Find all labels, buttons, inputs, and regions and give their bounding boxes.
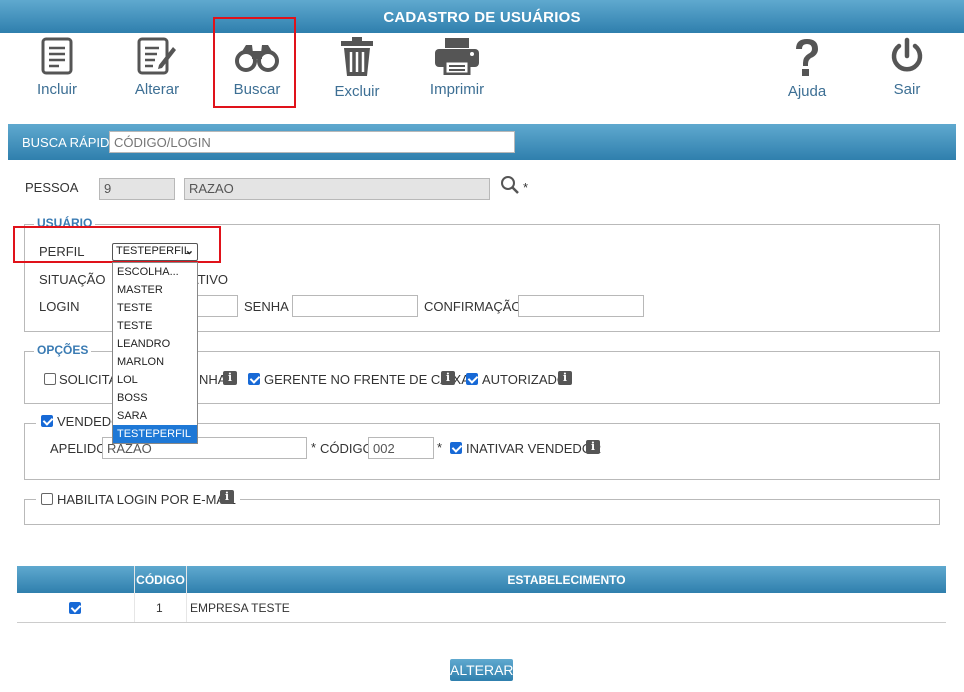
row-codigo: 1 — [156, 601, 163, 615]
dropdown-option[interactable]: LOL — [113, 371, 197, 389]
table-header: CÓDIGO ESTABELECIMENTO — [17, 566, 946, 593]
info-icon[interactable]: i — [586, 440, 600, 454]
pessoa-label: PESSOA — [25, 180, 79, 195]
perfil-highlight — [13, 226, 221, 263]
codigo-input[interactable] — [368, 437, 434, 459]
question-icon — [796, 39, 818, 76]
alterar-label: Alterar — [134, 81, 180, 98]
pessoa-code-field: 9 — [99, 178, 175, 200]
column-header-codigo[interactable]: CÓDIGO — [134, 573, 187, 587]
incluir-button[interactable]: Incluir — [12, 33, 102, 105]
required-marker: * — [311, 440, 317, 455]
quick-search-input[interactable] — [109, 131, 515, 153]
vendedor-checkbox[interactable] — [41, 415, 53, 427]
alterar-button[interactable]: Alterar — [112, 33, 202, 105]
document-icon — [41, 37, 73, 75]
sair-button[interactable]: Sair — [862, 33, 952, 105]
toolbar: Incluir Alterar Buscar Excluir Imprimir … — [0, 33, 964, 111]
row-estabelecimento: EMPRESA TESTE — [190, 601, 290, 615]
ajuda-button[interactable]: Ajuda — [762, 33, 852, 105]
autorizado-checkbox[interactable] — [466, 373, 478, 385]
dropdown-option[interactable]: TESTE — [113, 317, 197, 335]
email-login-checkbox[interactable] — [41, 493, 53, 505]
quick-search-label: BUSCA RÁPIDA — [22, 135, 119, 150]
window-title: CADASTRO DE USUÁRIOS — [0, 0, 964, 33]
edit-document-icon — [137, 37, 176, 75]
senha-input[interactable] — [292, 295, 418, 317]
dropdown-option[interactable]: BOSS — [113, 389, 197, 407]
info-icon[interactable]: i — [441, 371, 455, 385]
info-icon[interactable]: i — [558, 371, 572, 385]
situacao-label: SITUAÇÃO — [39, 272, 106, 287]
login-input[interactable] — [196, 295, 238, 317]
dropdown-option[interactable]: ESCOLHA... — [113, 263, 197, 281]
excluir-button[interactable]: Excluir — [312, 33, 402, 105]
row-checkbox[interactable] — [69, 602, 81, 614]
sair-label: Sair — [893, 81, 921, 98]
codigo-label: CÓDIGO — [320, 441, 373, 456]
confirmacao-label: CONFIRMAÇÃO — [424, 299, 522, 314]
buscar-highlight — [213, 17, 296, 108]
required-marker: * — [437, 440, 443, 455]
dropdown-option-selected[interactable]: TESTEPERFIL — [113, 425, 197, 443]
solicitar-checkbox[interactable] — [44, 373, 56, 385]
table-row: 1 EMPRESA TESTE — [17, 593, 946, 623]
inativar-label: INATIVAR VENDEDOR — [466, 441, 602, 456]
gerente-checkbox[interactable] — [248, 373, 260, 385]
column-header-estabelecimento[interactable]: ESTABELECIMENTO — [187, 573, 946, 587]
dropdown-option[interactable]: SARA — [113, 407, 197, 425]
power-icon — [891, 37, 923, 72]
search-icon[interactable] — [500, 175, 520, 195]
dropdown-option[interactable]: MARLON — [113, 353, 197, 371]
imprimir-button[interactable]: Imprimir — [412, 33, 502, 105]
pessoa-name-field: RAZAO — [184, 178, 490, 200]
gerente-label: GERENTE NO FRENTE DE CAIXA — [264, 372, 470, 387]
dropdown-option[interactable]: MASTER — [113, 281, 197, 299]
required-marker: * — [523, 180, 529, 195]
info-icon[interactable]: i — [220, 490, 234, 504]
senha-label: SENHA — [244, 299, 289, 314]
incluir-label: Incluir — [36, 81, 77, 98]
excluir-label: Excluir — [334, 83, 380, 100]
confirmacao-input[interactable] — [518, 295, 644, 317]
email-login-label: HABILITA LOGIN POR E-MAIL — [57, 492, 236, 507]
info-icon[interactable]: i — [223, 371, 237, 385]
printer-icon — [435, 38, 479, 75]
ajuda-label: Ajuda — [787, 83, 827, 100]
dropdown-option[interactable]: TESTE — [113, 299, 197, 317]
opcoes-legend: OPÇÕES — [34, 343, 92, 357]
imprimir-label: Imprimir — [429, 81, 485, 98]
alterar-submit-button[interactable]: ALTERAR — [450, 659, 514, 681]
dropdown-option[interactable]: LEANDRO — [113, 335, 197, 353]
apelido-label: APELIDO — [50, 441, 107, 456]
inativar-checkbox[interactable] — [450, 442, 462, 454]
perfil-dropdown-list[interactable]: ESCOLHA... MASTER TESTE TESTE LEANDRO MA… — [112, 262, 198, 444]
login-label: LOGIN — [39, 299, 80, 314]
autorizado-label: AUTORIZADO — [482, 372, 567, 387]
trash-icon — [341, 37, 373, 76]
